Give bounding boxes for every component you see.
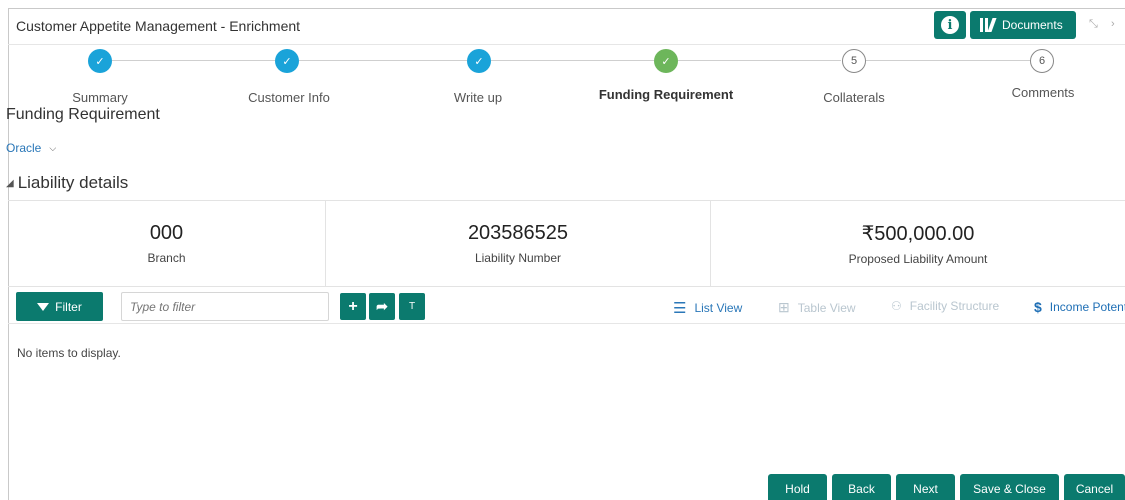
liability-number-card: 203586525 Liability Number xyxy=(326,201,711,286)
step-label-comments[interactable]: Comments xyxy=(1012,85,1075,100)
forward-arrow-icon: ➦ xyxy=(376,298,388,314)
library-icon xyxy=(980,18,997,32)
window-title: Customer Appetite Management - Enrichmen… xyxy=(16,18,301,34)
documents-button[interactable]: Documents xyxy=(970,11,1076,39)
table-view-tab[interactable]: ⊞ Table View xyxy=(778,299,856,316)
chevron-down-icon: ⌵ xyxy=(49,142,57,153)
step-write-up-check-icon[interactable]: ✓ xyxy=(467,49,491,73)
branch-card: 000 Branch xyxy=(8,201,326,286)
step-connector xyxy=(678,60,841,61)
cancel-button[interactable]: Cancel xyxy=(1064,474,1125,500)
step-connector xyxy=(112,60,275,61)
close-icon[interactable]: › xyxy=(1111,18,1115,30)
step-funding-check-icon[interactable]: ✓ xyxy=(654,49,678,73)
filter-button[interactable]: Filter xyxy=(16,292,103,321)
t-button[interactable]: T xyxy=(399,293,425,320)
step-label-customer-info[interactable]: Customer Info xyxy=(248,90,330,105)
liability-details-header[interactable]: ◢ Liability details xyxy=(6,173,128,193)
income-potential-label: Income Potent xyxy=(1049,300,1125,314)
info-icon: i xyxy=(941,16,959,34)
liability-number-label: Liability Number xyxy=(474,251,562,265)
entity-name: Oracle xyxy=(6,141,42,155)
proposed-amount-value: ₹500,000.00 xyxy=(861,223,975,245)
table-grid-icon: ⊞ xyxy=(778,299,790,315)
entity-selector[interactable]: Oracle ⌵ xyxy=(6,141,56,155)
step-connector xyxy=(491,60,654,61)
step-comments-number[interactable]: 6 xyxy=(1030,49,1054,73)
step-connector xyxy=(866,60,1030,61)
proposed-amount-card: ₹500,000.00 Proposed Liability Amount xyxy=(711,201,1125,286)
branch-label: Branch xyxy=(147,251,186,265)
liability-summary: 000 Branch 203586525 Liability Number ₹5… xyxy=(8,200,1125,287)
filter-label: Filter xyxy=(55,299,82,314)
step-label-collaterals[interactable]: Collaterals xyxy=(823,90,884,105)
dollar-icon: $ xyxy=(1034,299,1042,315)
proposed-amount-label: Proposed Liability Amount xyxy=(848,252,988,266)
next-button[interactable]: Next xyxy=(896,474,955,500)
step-label-funding-requirement[interactable]: Funding Requirement xyxy=(599,87,733,102)
section-title: Liability details xyxy=(17,173,129,192)
empty-state-message: No items to display. xyxy=(17,346,121,360)
funnel-icon xyxy=(37,302,50,311)
filter-input[interactable] xyxy=(121,292,329,321)
collapse-triangle-icon: ◢ xyxy=(6,177,14,189)
plus-icon: + xyxy=(348,297,358,315)
header-bar: Customer Appetite Management - Enrichmen… xyxy=(8,8,1125,45)
list-view-tab[interactable]: ☰ List View xyxy=(673,299,742,317)
minimize-icon[interactable]: ⤡ xyxy=(1089,18,1098,31)
list-view-label: List View xyxy=(694,301,743,315)
step-label-summary[interactable]: Summary xyxy=(72,90,128,105)
step-customer-info-check-icon[interactable]: ✓ xyxy=(275,49,299,73)
list-icon: ☰ xyxy=(673,300,687,317)
hold-button[interactable]: Hold xyxy=(768,474,827,500)
income-potential-tab[interactable]: $ Income Potent xyxy=(1034,299,1125,315)
documents-label: Documents xyxy=(1002,18,1063,32)
facility-structure-tab[interactable]: ⚇ Facility Structure xyxy=(891,299,999,313)
branch-value: 000 xyxy=(149,222,184,244)
liability-number-value: 203586525 xyxy=(467,222,569,244)
step-collaterals-number[interactable]: 5 xyxy=(842,49,866,73)
hierarchy-icon: ⚇ xyxy=(891,299,902,313)
save-close-button[interactable]: Save & Close xyxy=(960,474,1059,500)
add-button[interactable]: + xyxy=(340,293,366,320)
list-toolbar: Filter + ➦ T ☰ List View ⊞ Table View ⚇ … xyxy=(8,290,1125,324)
back-button[interactable]: Back xyxy=(832,474,891,500)
step-summary-check-icon[interactable]: ✓ xyxy=(88,49,112,73)
forward-button[interactable]: ➦ xyxy=(369,293,395,320)
progress-stepper: ✓ ✓ ✓ ✓ 5 6 Summary Customer Info Write … xyxy=(0,45,1125,110)
table-view-label: Table View xyxy=(797,300,856,315)
page-title: Funding Requirement xyxy=(6,106,160,123)
step-connector xyxy=(299,60,467,61)
step-label-write-up[interactable]: Write up xyxy=(454,90,502,105)
facility-structure-label: Facility Structure xyxy=(909,299,1000,313)
info-button[interactable]: i xyxy=(934,11,966,39)
